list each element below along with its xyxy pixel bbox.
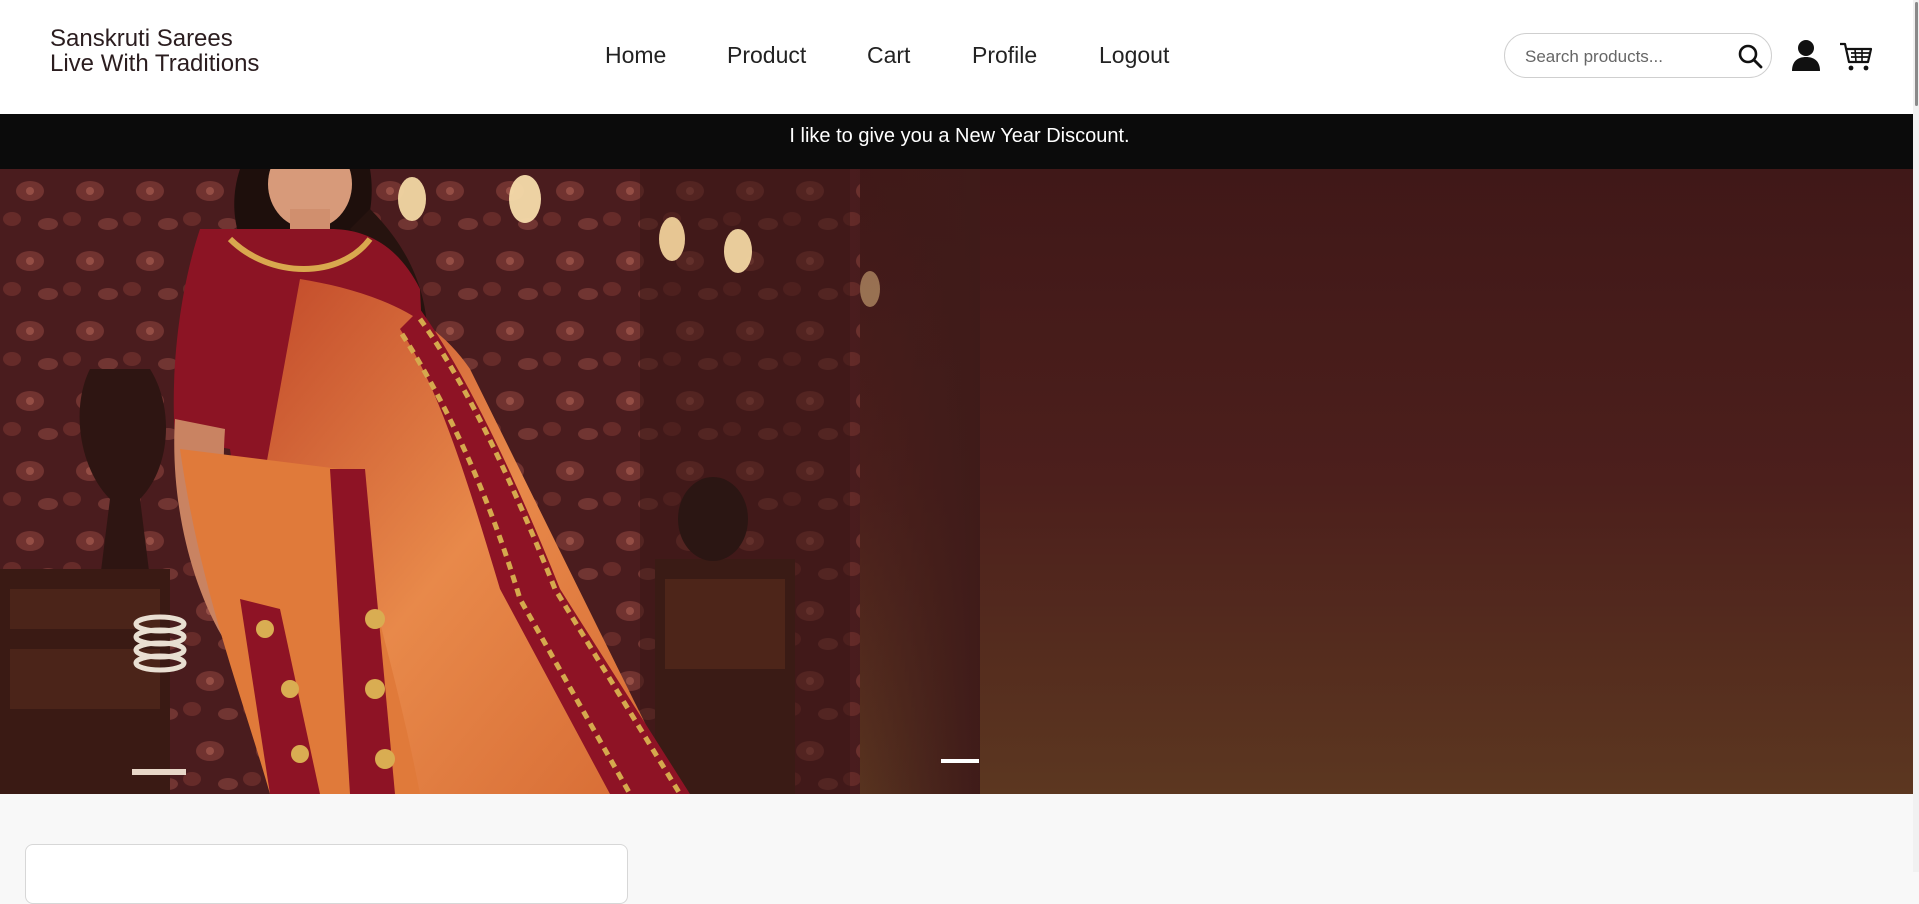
search-box [1504, 33, 1772, 79]
nav-logout-link[interactable]: Logout [1099, 42, 1189, 69]
nav-cart-link[interactable]: Cart [867, 42, 972, 69]
cart-icon[interactable] [1839, 42, 1873, 72]
brand-name: Sanskruti Sarees [50, 25, 233, 52]
brand-logo[interactable]: Sanskruti Sarees Live With Traditions [50, 26, 259, 76]
hero-banner-image [0, 169, 1919, 794]
nav-product-link[interactable]: Product [727, 42, 867, 69]
hero-carousel[interactable] [0, 169, 1919, 794]
carousel-indicator-active[interactable] [941, 759, 979, 763]
main-nav: Home Product Cart Profile Logout [605, 42, 1189, 69]
user-icon[interactable] [1791, 39, 1821, 71]
brand-tagline: Live With Traditions [50, 50, 260, 77]
search-icon[interactable] [1737, 43, 1763, 69]
nav-home-link[interactable]: Home [605, 42, 727, 69]
content-card [25, 844, 628, 904]
page-scrollbar-thumb[interactable] [1915, 2, 1918, 106]
site-header: Sanskruti Sarees Live With Traditions Ho… [0, 0, 1919, 114]
announcement-text: I like to give you a New Year Discount. [789, 125, 1130, 147]
page-scrollbar-track[interactable] [1913, 0, 1919, 872]
announcement-bar: I like to give you a New Year Discount. [0, 114, 1919, 169]
search-input[interactable] [1523, 34, 1727, 79]
nav-profile-link[interactable]: Profile [972, 42, 1099, 69]
